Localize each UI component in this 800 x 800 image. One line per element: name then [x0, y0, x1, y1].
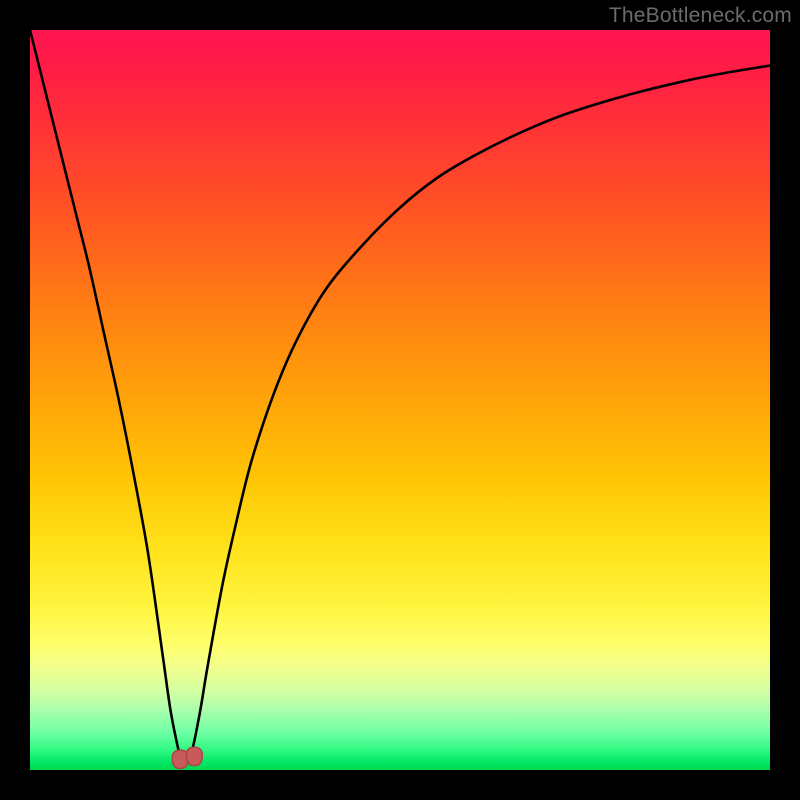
plot-area — [30, 30, 770, 770]
curve-layer — [30, 30, 770, 770]
bottleneck-curve — [30, 30, 770, 760]
min-marker-right — [186, 747, 202, 765]
watermark-text: TheBottleneck.com — [609, 4, 792, 28]
min-markers — [172, 747, 202, 768]
chart-frame: TheBottleneck.com — [0, 0, 800, 800]
